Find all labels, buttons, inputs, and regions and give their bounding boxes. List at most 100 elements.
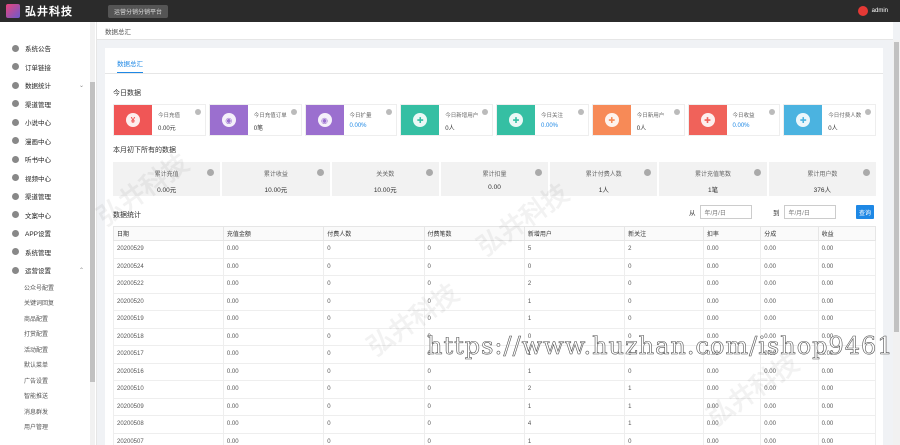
table-cell: 0 — [523, 257, 626, 276]
table-cell: 20200507 — [113, 432, 224, 445]
sidebar-scrollbar[interactable] — [90, 22, 95, 445]
stat-card: 累计付费人数 1人 — [550, 162, 658, 196]
table-cell: 0 — [323, 240, 425, 259]
sidebar-subitem[interactable]: 默认菜单 — [0, 357, 96, 373]
help-icon[interactable] — [577, 109, 584, 115]
sidebar-item[interactable]: 订单链接 — [0, 58, 96, 77]
sidebar-subitem[interactable]: 用户管理 — [0, 419, 96, 435]
help-icon[interactable] — [862, 169, 870, 176]
table-cell: 0.00 — [702, 257, 762, 276]
kpi-text: 今日收益 0.00% — [727, 105, 755, 135]
help-icon[interactable] — [425, 169, 433, 176]
table-cell: 20200524 — [113, 257, 224, 276]
help-icon[interactable] — [290, 109, 297, 115]
nav-icon — [12, 63, 19, 71]
kpi-text: 今日付费人数 0人 — [822, 105, 861, 135]
stat-value: 0.00 — [488, 184, 501, 191]
sidebar-scroll-thumb[interactable] — [90, 82, 95, 382]
help-icon[interactable] — [753, 169, 761, 176]
nav-icon — [12, 192, 19, 200]
table-cell: 0.00 — [760, 292, 819, 311]
sidebar-item[interactable]: 小说中心 — [0, 113, 96, 132]
sidebar-item[interactable]: 漫画中心 — [0, 132, 96, 151]
table-row: 20200524 0.00 0 0 0 0 0.00 0.00 0.00 — [113, 257, 877, 276]
chevron-icon: ⌄ — [78, 82, 84, 89]
table-row: 20200519 0.00 0 0 1 0 0.00 0.00 0.00 — [113, 310, 877, 329]
tab-data-summary[interactable]: 数据总汇 — [117, 58, 143, 74]
sidebar-item[interactable]: 渠道管理 — [0, 95, 96, 114]
table-row: 20200522 0.00 0 0 2 0 0.00 0.00 0.00 — [113, 275, 877, 294]
sidebar-item[interactable]: 渠道管理 — [0, 187, 96, 206]
user-menu[interactable]: admin — [857, 6, 888, 16]
sidebar-item-label: 视频中心 — [25, 175, 51, 183]
tab-divider — [105, 73, 883, 74]
table-cell: 0 — [423, 275, 525, 294]
nav-icon — [12, 155, 19, 163]
table-cell: 0.00 — [222, 240, 325, 259]
stat-label: 累计充值笔数 — [695, 172, 732, 178]
from-label: 从 — [689, 210, 696, 217]
table-cell: 0 — [624, 362, 704, 381]
stat-value: 10.00元 — [264, 187, 288, 194]
stat-row: 累计充值 0.00元 累计收益 10.00元 关关数 10.00元 累计扣量 0… — [113, 162, 876, 196]
sidebar-item[interactable]: 文案中心 — [0, 206, 96, 225]
table-cell: 0.00 — [222, 275, 325, 294]
chevron-icon: ⌃ — [78, 267, 84, 274]
table-cell: 0.00 — [222, 397, 325, 416]
main-scroll-thumb[interactable] — [894, 42, 899, 332]
from-date-input[interactable]: 年/月/日 — [699, 205, 752, 219]
stat-label: 关关数 — [376, 172, 395, 178]
stat-card: 累计扣量 0.00 — [440, 162, 549, 196]
sidebar-subitem[interactable]: 关键词回复 — [0, 295, 96, 311]
help-icon[interactable] — [316, 169, 324, 176]
table-cell: 0.00 — [817, 380, 877, 399]
sidebar-item[interactable]: 视频中心 — [0, 169, 96, 188]
sidebar-subitem[interactable]: 商品配置 — [0, 311, 96, 327]
help-icon[interactable] — [194, 109, 201, 115]
stat-card: 累计收益 10.00元 — [222, 162, 330, 196]
sidebar-subitem[interactable]: 消息群发 — [0, 404, 96, 420]
help-icon[interactable] — [482, 109, 488, 115]
help-icon[interactable] — [673, 109, 680, 115]
sidebar-subitem[interactable]: 活动配置 — [0, 342, 96, 358]
main-scrollbar[interactable] — [893, 40, 900, 445]
table-header-row: 日期 充值金额 付费人数 付费笔数 新增用户 新关注 扣率 分成 收益 — [113, 226, 877, 241]
main-panel: 数据总汇 今日数据 ¥ 今日充值 0.00元 ◉ 今日充值订单 0笔 ◉ 今日扩… — [105, 48, 883, 445]
table-cell: 20200529 — [113, 240, 224, 259]
table-title: 数据统计 — [113, 212, 141, 219]
kpi-value: 0人 — [828, 126, 838, 132]
sidebar-item[interactable]: 数据统计 ⌄ — [0, 76, 96, 95]
table-row: 20200508 0.00 0 0 4 1 0.00 0.00 0.00 — [113, 415, 877, 434]
sidebar-subitem[interactable]: 智能推送 — [0, 388, 96, 404]
url-watermark: https://www.huzhan.com/ishop9461 — [427, 332, 894, 361]
table-cell: 0 — [423, 257, 525, 276]
help-icon[interactable] — [386, 109, 393, 115]
table-cell: 1 — [523, 292, 626, 311]
sidebar-subitem[interactable]: 广告设置 — [0, 373, 96, 389]
table-cell: 0 — [423, 362, 525, 381]
column-header: 付费人数 — [323, 226, 425, 241]
sidebar-item[interactable]: 系统公告 — [0, 39, 96, 58]
sidebar-item[interactable]: 系统管理 — [0, 243, 96, 262]
help-icon[interactable] — [769, 109, 776, 115]
table-cell: 1 — [523, 310, 626, 329]
kpi-card: ◉ 今日充值订单 0笔 — [208, 104, 302, 136]
table-cell: 0.00 — [760, 415, 819, 434]
nav-icon — [12, 137, 19, 145]
sidebar-item[interactable]: 运营设置 ⌃ — [0, 261, 96, 280]
kpi-icon-block: ✚ — [784, 105, 823, 135]
table-cell: 2 — [523, 380, 626, 399]
logo[interactable]: 弘井科技 — [0, 3, 100, 19]
sidebar-subitem[interactable]: 打赏配置 — [0, 326, 96, 342]
to-date-input[interactable]: 年/月/日 — [783, 205, 836, 219]
sidebar-subitem[interactable]: 公众号配置 — [0, 280, 96, 296]
table-cell: 0.00 — [817, 257, 877, 276]
stat-label: 累计付费人数 — [585, 172, 622, 178]
stat-value: 1笔 — [707, 187, 719, 194]
sidebar-item[interactable]: APP设置 — [0, 224, 96, 243]
query-button[interactable]: 查询 — [856, 205, 874, 219]
sidebar-item[interactable]: 听书中心 — [0, 150, 96, 169]
top-bar: 弘井科技 运营分销分销平台 admin — [0, 0, 900, 22]
table-cell: 1 — [523, 432, 626, 445]
help-icon[interactable] — [865, 109, 871, 115]
